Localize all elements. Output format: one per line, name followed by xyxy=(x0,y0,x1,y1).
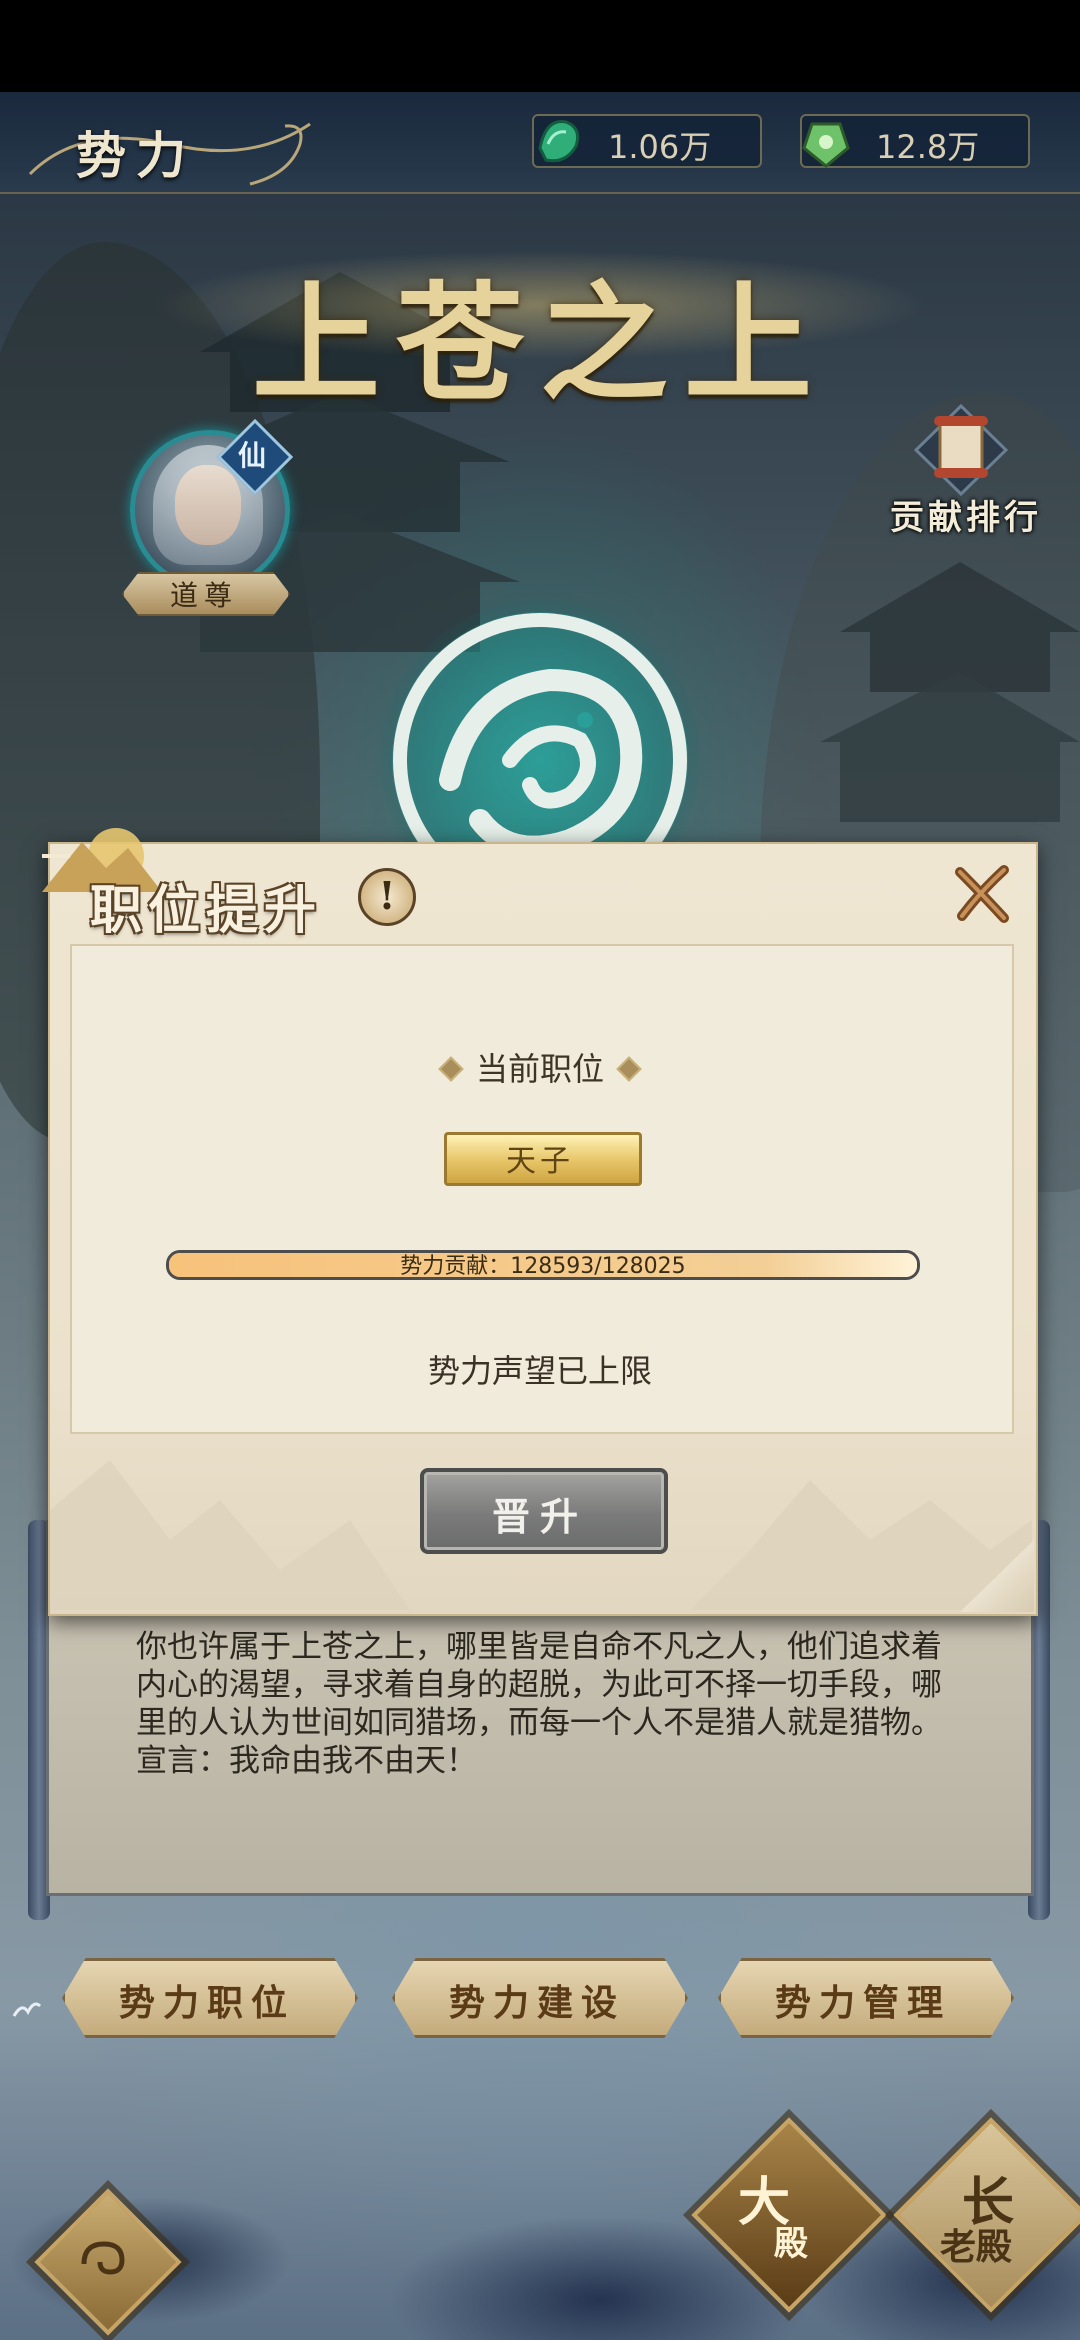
jade-gem-icon xyxy=(538,120,580,163)
leader-title: 道尊 xyxy=(169,579,238,612)
tab-label: 势力建设 xyxy=(448,1982,625,2024)
modal-title: 职位提升 xyxy=(90,880,323,941)
current-position-value: 天子 xyxy=(506,1144,574,1179)
page-title: 势力 xyxy=(76,126,196,185)
cloud-pattern-icon xyxy=(81,2241,125,2275)
faction-name: 上苍之上 xyxy=(251,269,828,419)
contribution-progress-text: 势力贡献：128593/128025 xyxy=(400,1254,686,1279)
currency-value: 1.06万 xyxy=(608,128,712,166)
info-icon[interactable]: ! xyxy=(358,868,416,926)
contribution-ranking-button[interactable]: 贡献排行 xyxy=(890,490,1042,539)
reputation-limit-text: 势力声望已上限 xyxy=(427,1352,652,1390)
diamond-bullet-icon xyxy=(438,1056,464,1082)
jade-pendant-icon xyxy=(802,122,850,168)
main-hall-label-2: 殿 xyxy=(774,2224,808,2264)
faction-description: 你也许属于上苍之上，哪里皆是自命不凡之人，他们追求着内心的渴望，寻求着自身的超脱… xyxy=(136,1629,942,1779)
currency-pendant[interactable]: 12.8万 xyxy=(800,114,1030,168)
scroll-ranking-icon[interactable] xyxy=(906,400,1016,500)
tab-label: 势力职位 xyxy=(118,1982,295,2024)
crane-icon xyxy=(12,2002,42,2017)
current-position-label: 当前职位 xyxy=(475,1050,604,1088)
current-position-heading: 当前职位 xyxy=(0,1044,1080,1090)
diamond-bullet-icon xyxy=(616,1056,642,1082)
close-icon[interactable] xyxy=(950,862,1014,926)
immortal-badge-text: 仙 xyxy=(237,439,266,472)
status-bar xyxy=(0,0,1080,92)
tab-label: 势力管理 xyxy=(774,1982,951,2024)
currency-jade[interactable]: 1.06万 xyxy=(532,114,762,168)
elder-hall-label-2: 老殿 xyxy=(940,2226,1013,2268)
promote-button-label: 晋升 xyxy=(491,1494,588,1539)
currency-value: 12.8万 xyxy=(876,128,980,166)
pagoda-silhouette xyxy=(820,562,1080,822)
